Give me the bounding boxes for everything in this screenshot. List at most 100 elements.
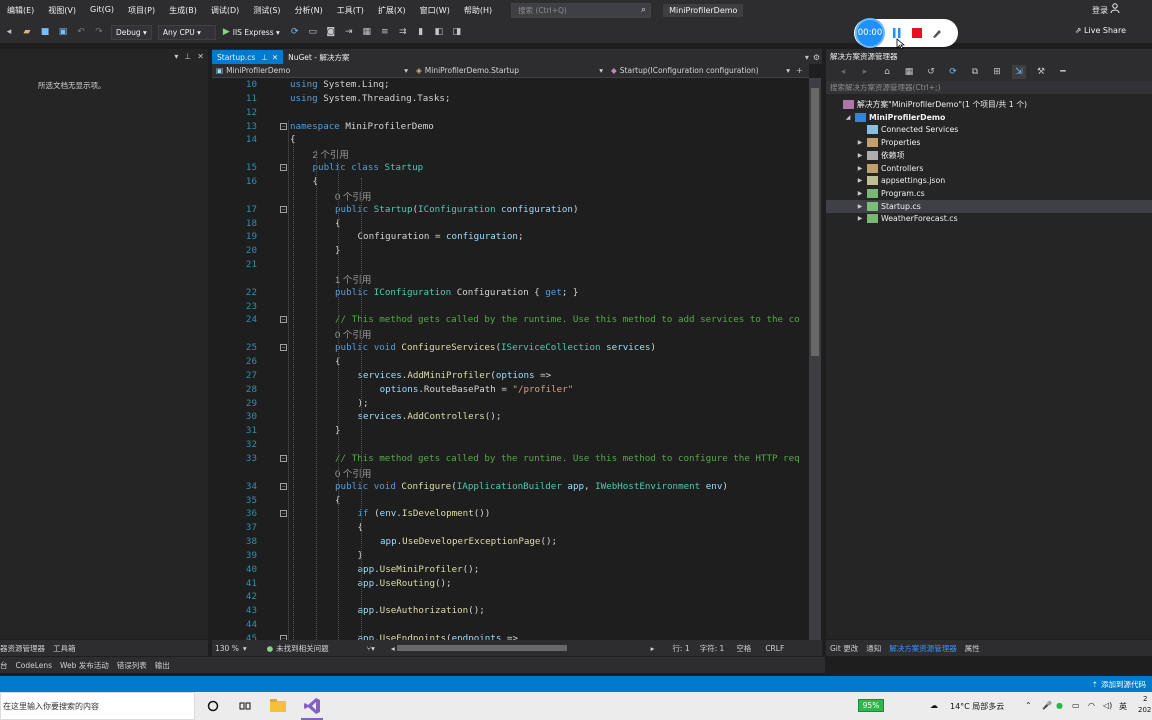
solution-search-input[interactable]: 搜索解决方案资源管理器(Ctrl+;)	[826, 81, 1152, 94]
editor-scrollbar[interactable]	[809, 78, 821, 640]
undo-icon[interactable]: ↶	[74, 25, 88, 39]
collapse-icon[interactable]: −	[280, 454, 287, 462]
settings-icon[interactable]: ⚙	[813, 53, 820, 62]
tab-error-list[interactable]: 错误列表	[117, 660, 147, 671]
split-add-icon[interactable]: +	[796, 66, 803, 75]
minus-icon[interactable]: ━	[1056, 65, 1070, 79]
properties-icon[interactable]: ⚒	[1034, 65, 1048, 79]
clock-date[interactable]: 202	[1138, 706, 1151, 714]
collapse-icon[interactable]: −	[280, 510, 287, 518]
add-to-source-control[interactable]: 添加到源代码	[1101, 679, 1146, 690]
stop-icon[interactable]	[909, 25, 925, 41]
collapse-icon[interactable]: −	[280, 122, 287, 130]
weather-text[interactable]: 14°C 局部多云	[950, 701, 1004, 712]
battery-icon[interactable]: ▭	[1072, 701, 1080, 710]
task-view-icon[interactable]	[239, 700, 251, 714]
expand-arrow-icon[interactable]: ▶	[856, 139, 864, 146]
zoom-level[interactable]: 130 %	[215, 644, 239, 653]
issues-status[interactable]: 未找到相关问题	[276, 643, 329, 654]
browser-icon[interactable]: ▭	[306, 25, 320, 39]
network-icon[interactable]: ◠	[1088, 701, 1095, 710]
tree-item[interactable]: ◢ MiniProfilerDemo	[826, 111, 1152, 124]
menu-item[interactable]: 编辑(E)	[0, 5, 41, 16]
back-icon[interactable]: ◂	[836, 65, 850, 79]
code-editor[interactable]: 10 using System.Linq; 11 using System.Threa…	[212, 78, 809, 640]
step-icon[interactable]: ⇥	[342, 25, 356, 39]
tree-item[interactable]: Connected Services	[826, 123, 1152, 136]
pin-icon[interactable]: ⊥	[184, 52, 191, 61]
expanded-arrow-icon[interactable]: ◢	[844, 114, 852, 121]
menu-item[interactable]: 工具(T)	[330, 5, 371, 16]
scroll-thumb[interactable]	[811, 88, 819, 356]
file-explorer-icon[interactable]	[270, 698, 286, 714]
menu-item[interactable]: 测试(S)	[246, 5, 287, 16]
solution-tab[interactable]: 解决方案资源管理器	[889, 643, 957, 654]
tab-startup-cs[interactable]: Startup.cs ⊥ ✕	[212, 50, 284, 64]
bookmark-icon[interactable]: ▮	[414, 25, 428, 39]
hscroll-left-icon[interactable]: ◂	[391, 644, 395, 653]
menu-item[interactable]: 窗口(W)	[413, 5, 457, 16]
tree-item[interactable]: ▶ Properties	[826, 136, 1152, 149]
live-share-button[interactable]: ⇗ Live Share	[1075, 26, 1126, 35]
codelens-references[interactable]: 1 个引用	[335, 272, 371, 286]
run-button[interactable]: ▶ IIS Express ▾	[223, 27, 280, 37]
hscroll-right-icon[interactable]: ▸	[651, 644, 655, 653]
git-icon[interactable]: ⑂▾	[367, 644, 375, 653]
menu-item[interactable]: 帮助(H)	[457, 5, 499, 16]
wechat-icon[interactable]: ●	[1056, 701, 1063, 710]
back-icon[interactable]: ◂	[2, 25, 16, 39]
close-icon[interactable]: ✕	[272, 53, 278, 62]
dropdown-icon[interactable]: ▾	[174, 52, 178, 61]
search-input[interactable]: 搜索 (Ctrl+Q) ⌕	[511, 3, 652, 18]
history-icon[interactable]: ↺	[924, 65, 938, 79]
ime-indicator[interactable]: 英	[1119, 701, 1127, 712]
zoom-dropdown-icon[interactable]: ▾	[243, 644, 247, 653]
sync-icon[interactable]: ⟳	[946, 65, 960, 79]
tree-item[interactable]: ▶ appsettings.json	[826, 174, 1152, 187]
close-icon[interactable]: ✕	[197, 52, 204, 61]
pin-icon[interactable]: ⊥	[261, 53, 268, 62]
battery-badge[interactable]: 95%	[858, 699, 884, 712]
redo-icon[interactable]: ↷	[92, 25, 106, 39]
member-dropdown[interactable]: ◆ Startup(IConfiguration configuration) …	[607, 65, 792, 77]
bookmark-prev-icon[interactable]: ◧	[432, 25, 446, 39]
collapse-icon[interactable]: −	[280, 316, 287, 324]
tab-nuget[interactable]: NuGet - 解决方案	[283, 50, 354, 64]
tab-overflow-icon[interactable]: ▾	[805, 53, 809, 62]
menu-item[interactable]: 生成(B)	[162, 5, 204, 16]
tab-console[interactable]: 台	[0, 660, 8, 671]
platform-dropdown[interactable]: Any CPU ▾	[157, 24, 216, 40]
collapse-icon[interactable]: −	[280, 482, 287, 490]
collapse-icon[interactable]: ⧉	[968, 65, 982, 79]
weather-icon[interactable]: ☁	[930, 701, 938, 710]
solution-tab[interactable]: Git 更改	[830, 643, 858, 654]
solution-tab[interactable]: 属性	[965, 643, 980, 654]
whitespace-indicator[interactable]: 空格	[736, 643, 751, 654]
menu-item[interactable]: 分析(N)	[288, 5, 330, 16]
configuration-dropdown[interactable]: Debug ▾	[111, 24, 152, 40]
codelens-references[interactable]: 0 个引用	[335, 327, 371, 341]
collapse-icon[interactable]: −	[280, 164, 287, 172]
type-dropdown[interactable]: ◈ MiniProfilerDemo.Startup ▾	[412, 65, 607, 77]
expand-arrow-icon[interactable]: ▶	[856, 190, 864, 197]
expand-arrow-icon[interactable]: ▶	[856, 215, 864, 222]
tab-toolbox[interactable]: 工具箱	[53, 643, 76, 654]
cortana-icon[interactable]	[207, 700, 219, 714]
expand-arrow-icon[interactable]: ▶	[856, 152, 864, 159]
indent-icon[interactable]: ⇉	[396, 25, 410, 39]
tree-item[interactable]: ▶ Controllers	[826, 162, 1152, 175]
tab-server-explorer[interactable]: 器资源管理器	[0, 643, 45, 654]
camera-icon[interactable]: ◙	[324, 25, 338, 39]
codelens-references[interactable]: 0 个引用	[335, 466, 371, 480]
tree-item[interactable]: 解决方案"MiniProfilerDemo"(1 个项目/共 1 个)	[826, 98, 1152, 111]
tab-codelens[interactable]: CodeLens	[16, 661, 53, 670]
menu-item[interactable]: 扩展(X)	[371, 5, 413, 16]
clock-time[interactable]: 2	[1143, 695, 1147, 703]
tab-web-publish[interactable]: Web 发布活动	[60, 660, 109, 671]
eol-indicator[interactable]: CRLF	[765, 644, 784, 653]
menu-item[interactable]: 项目(P)	[121, 5, 162, 16]
format-icon[interactable]: ≡	[378, 25, 392, 39]
taskbar-search-input[interactable]: 在这里输入你要搜索的内容	[0, 692, 195, 720]
expand-arrow-icon[interactable]: ▶	[856, 203, 864, 210]
switch-views-icon[interactable]: ▦	[902, 65, 916, 79]
